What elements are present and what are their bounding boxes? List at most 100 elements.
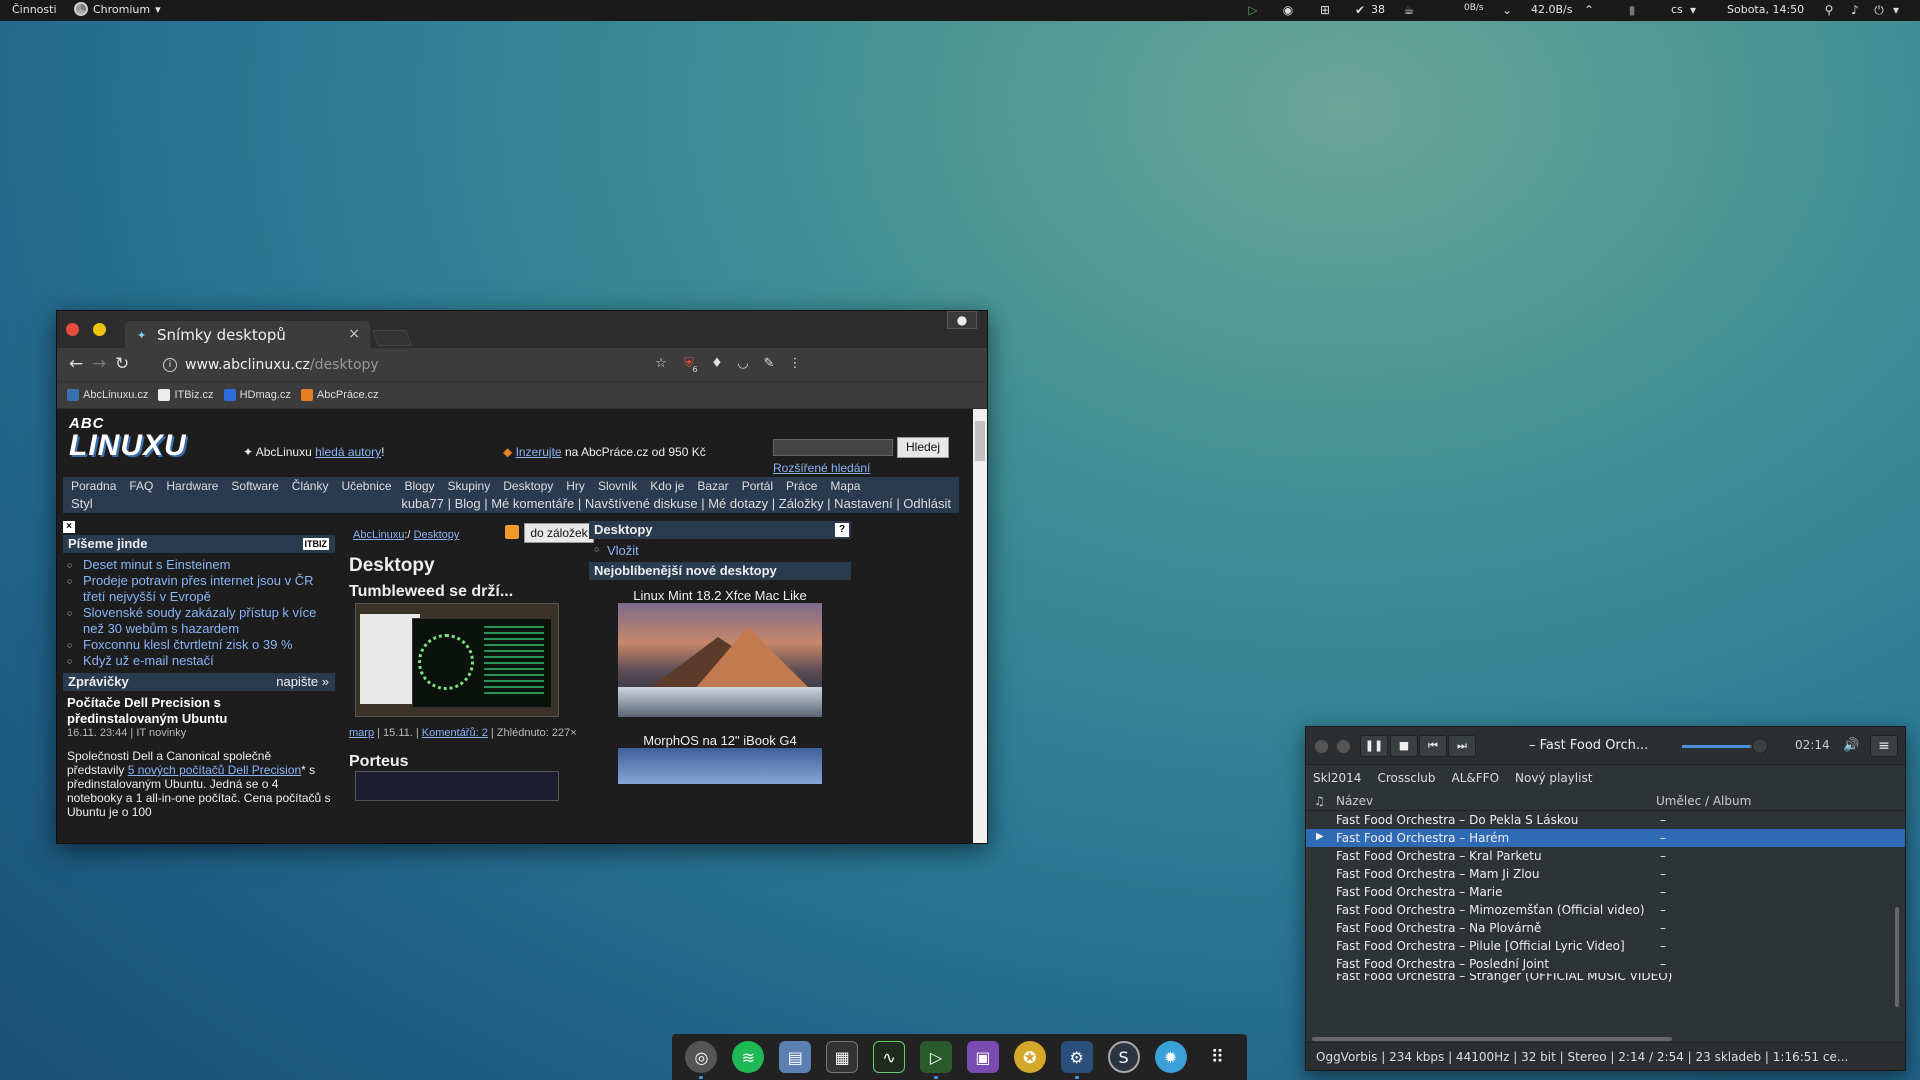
activities-button[interactable]: Činnosti [12,3,57,16]
back-arrow-icon[interactable]: ← [69,354,83,374]
menu-item[interactable]: Portál [742,479,773,493]
network-icon[interactable]: ⚲ [1822,3,1836,17]
hamburger-menu-icon[interactable]: ≡ [1870,735,1898,757]
pause-button[interactable]: ❚❚ [1360,735,1388,757]
tab-playlist[interactable]: AL&FFO [1452,771,1500,785]
itbiz-badge[interactable]: ITBIZ [302,538,329,550]
edit-icon[interactable]: ✎ [761,356,777,372]
forward-arrow-icon[interactable]: → [92,354,106,374]
close-tab-icon[interactable]: × [348,326,360,342]
menu-item[interactable]: Mapa [830,479,860,493]
breadcrumb-home[interactable]: AbcLinuxu [353,529,404,541]
horizontal-scrollbar[interactable] [1312,1037,1672,1041]
table-row[interactable]: Fast Food Orchestra – Mam Ji Zlou – [1306,865,1905,883]
author-link[interactable]: marp [349,727,374,739]
volume-icon[interactable]: ♪ [1848,3,1862,17]
authors-link[interactable]: hledá autory [315,445,381,459]
kebab-menu-icon[interactable]: ⋮ [787,356,803,372]
next-track-button[interactable]: ⏭ [1448,735,1476,757]
play-indicator-icon[interactable]: ▷ [1246,3,1260,17]
chevron-down-icon[interactable]: ▾ [1889,3,1903,17]
scrollbar-thumb[interactable] [975,421,985,461]
minimize-window-button[interactable] [93,323,106,336]
tasks-count[interactable]: 38 [1371,3,1385,16]
list-item[interactable]: Deset minut s Einsteinem [67,557,335,573]
menu-item[interactable]: Software [231,479,278,493]
page-scrollbar[interactable] [973,409,987,843]
chromium-icon[interactable]: ◎ [685,1041,718,1079]
pocket-icon[interactable]: ◡ [735,356,751,372]
settings-icon[interactable]: ✹ [1154,1041,1187,1073]
menu-item[interactable]: Články [292,479,329,493]
site-search-input[interactable] [773,439,893,456]
teapot-icon[interactable]: ☕ [1398,3,1420,17]
shield-icon[interactable]: ♦ [709,356,725,372]
clipboard-icon[interactable]: ▮ [1625,3,1639,17]
s-app-icon[interactable]: S [1107,1041,1140,1073]
previous-track-button[interactable]: ⏮ [1419,735,1447,757]
close-window-button[interactable] [1315,740,1328,753]
tab-playlist[interactable]: Skl2014 [1313,771,1361,785]
info-icon[interactable]: i [163,357,177,372]
style-link[interactable]: Styl [71,496,93,511]
bookmark-itbiz[interactable]: ITBiz.cz [158,389,214,401]
user-menu-links[interactable]: kuba77 | Blog | Mé komentáře | Navštíven… [401,496,951,511]
stop-button[interactable]: ■ [1390,735,1418,757]
table-row-playing[interactable]: ▶ Fast Food Orchestra – Harém – [1306,829,1905,847]
app-grid-icon[interactable]: ⠿ [1201,1041,1233,1073]
table-row[interactable]: Fast Food Orchestra – Mimozemšťan (Offic… [1306,901,1905,919]
news-title[interactable]: Počítače Dell Precision s předinstalovan… [63,691,335,727]
browser-tab[interactable]: ✦ Snímky desktopů × [125,321,370,348]
clock[interactable]: Sobota, 14:50 [1727,3,1804,16]
desktop-screenshot-thumbnail[interactable] [355,603,559,717]
menu-item[interactable]: Bazar [697,479,728,493]
close-window-button[interactable] [66,323,79,336]
menu-item[interactable]: Hry [566,479,585,493]
column-artist[interactable]: Umělec / Album [1656,794,1751,808]
tab-playlist[interactable]: Crossclub [1377,771,1435,785]
news-link[interactable]: 5 nových počítačů Dell Precision [128,763,301,777]
system-monitor-icon[interactable]: ∿ [873,1041,906,1073]
window-tray-icon[interactable]: ⊞ [1318,3,1332,17]
power-icon[interactable]: ⏻ [1872,3,1886,17]
menu-item[interactable]: Kdo je [650,479,684,493]
check-icon[interactable]: ✔ [1353,3,1367,17]
table-row[interactable]: Fast Food Orchestra – Poslední Joint – [1306,955,1905,973]
advanced-search-link[interactable]: Rozšířené hledání [773,461,870,475]
penguin-icon[interactable]: ✪ [1013,1041,1046,1073]
tab-playlist[interactable]: Nový playlist [1515,771,1592,785]
app-menu[interactable]: Chromium ▾ [74,2,161,16]
column-name[interactable]: Název [1336,794,1373,808]
menu-item[interactable]: FAQ [129,479,153,493]
menu-item[interactable]: Blogy [405,479,435,493]
bookmark-abclinuxu[interactable]: AbcLinuxu.cz [67,389,148,401]
window-manager-icon[interactable]: ▣ [966,1041,999,1073]
media-player-icon[interactable]: ▷ [919,1041,952,1079]
ad-link[interactable]: Inzerujte [516,445,562,459]
reload-icon[interactable]: ↻ [115,354,129,374]
menu-item[interactable]: Práce [786,479,817,493]
desktop-item-title[interactable]: Porteus [349,753,409,771]
rss-icon[interactable] [505,525,519,539]
volume-icon[interactable]: 🔊 [1843,738,1859,753]
table-row[interactable]: Fast Food Orchestra – Na Plovárně – [1306,919,1905,937]
list-item[interactable]: Slovenské soudy zakázaly přístup k více … [67,605,335,637]
help-button[interactable]: ? [835,523,849,537]
comments-link[interactable]: Komentářů: 2 [422,727,488,739]
seek-bar-progress[interactable] [1682,745,1750,748]
steam-icon[interactable]: ⚙ [1060,1041,1093,1079]
menu-item[interactable]: Slovník [598,479,637,493]
table-row[interactable]: Fast Food Orchestra – Pilule [Official L… [1306,937,1905,955]
spotify-icon[interactable]: ≋ [732,1041,765,1073]
close-icon[interactable]: × [63,521,75,533]
new-tab-button[interactable] [372,330,412,346]
site-search-button[interactable]: Hledej [897,437,949,458]
terminal-icon[interactable]: ▦ [826,1041,859,1073]
table-row[interactable]: Fast Food Orchestra – Stranger (OFFICIAL… [1306,973,1905,983]
insert-link[interactable]: Vložit [589,539,851,562]
vertical-scrollbar[interactable] [1895,907,1899,1007]
steam-tray-icon[interactable]: ◉ [1281,3,1295,17]
menu-item[interactable]: Poradna [71,479,116,493]
bookmark-hdmag[interactable]: HDmag.cz [223,389,291,401]
seek-knob[interactable] [1752,738,1768,754]
